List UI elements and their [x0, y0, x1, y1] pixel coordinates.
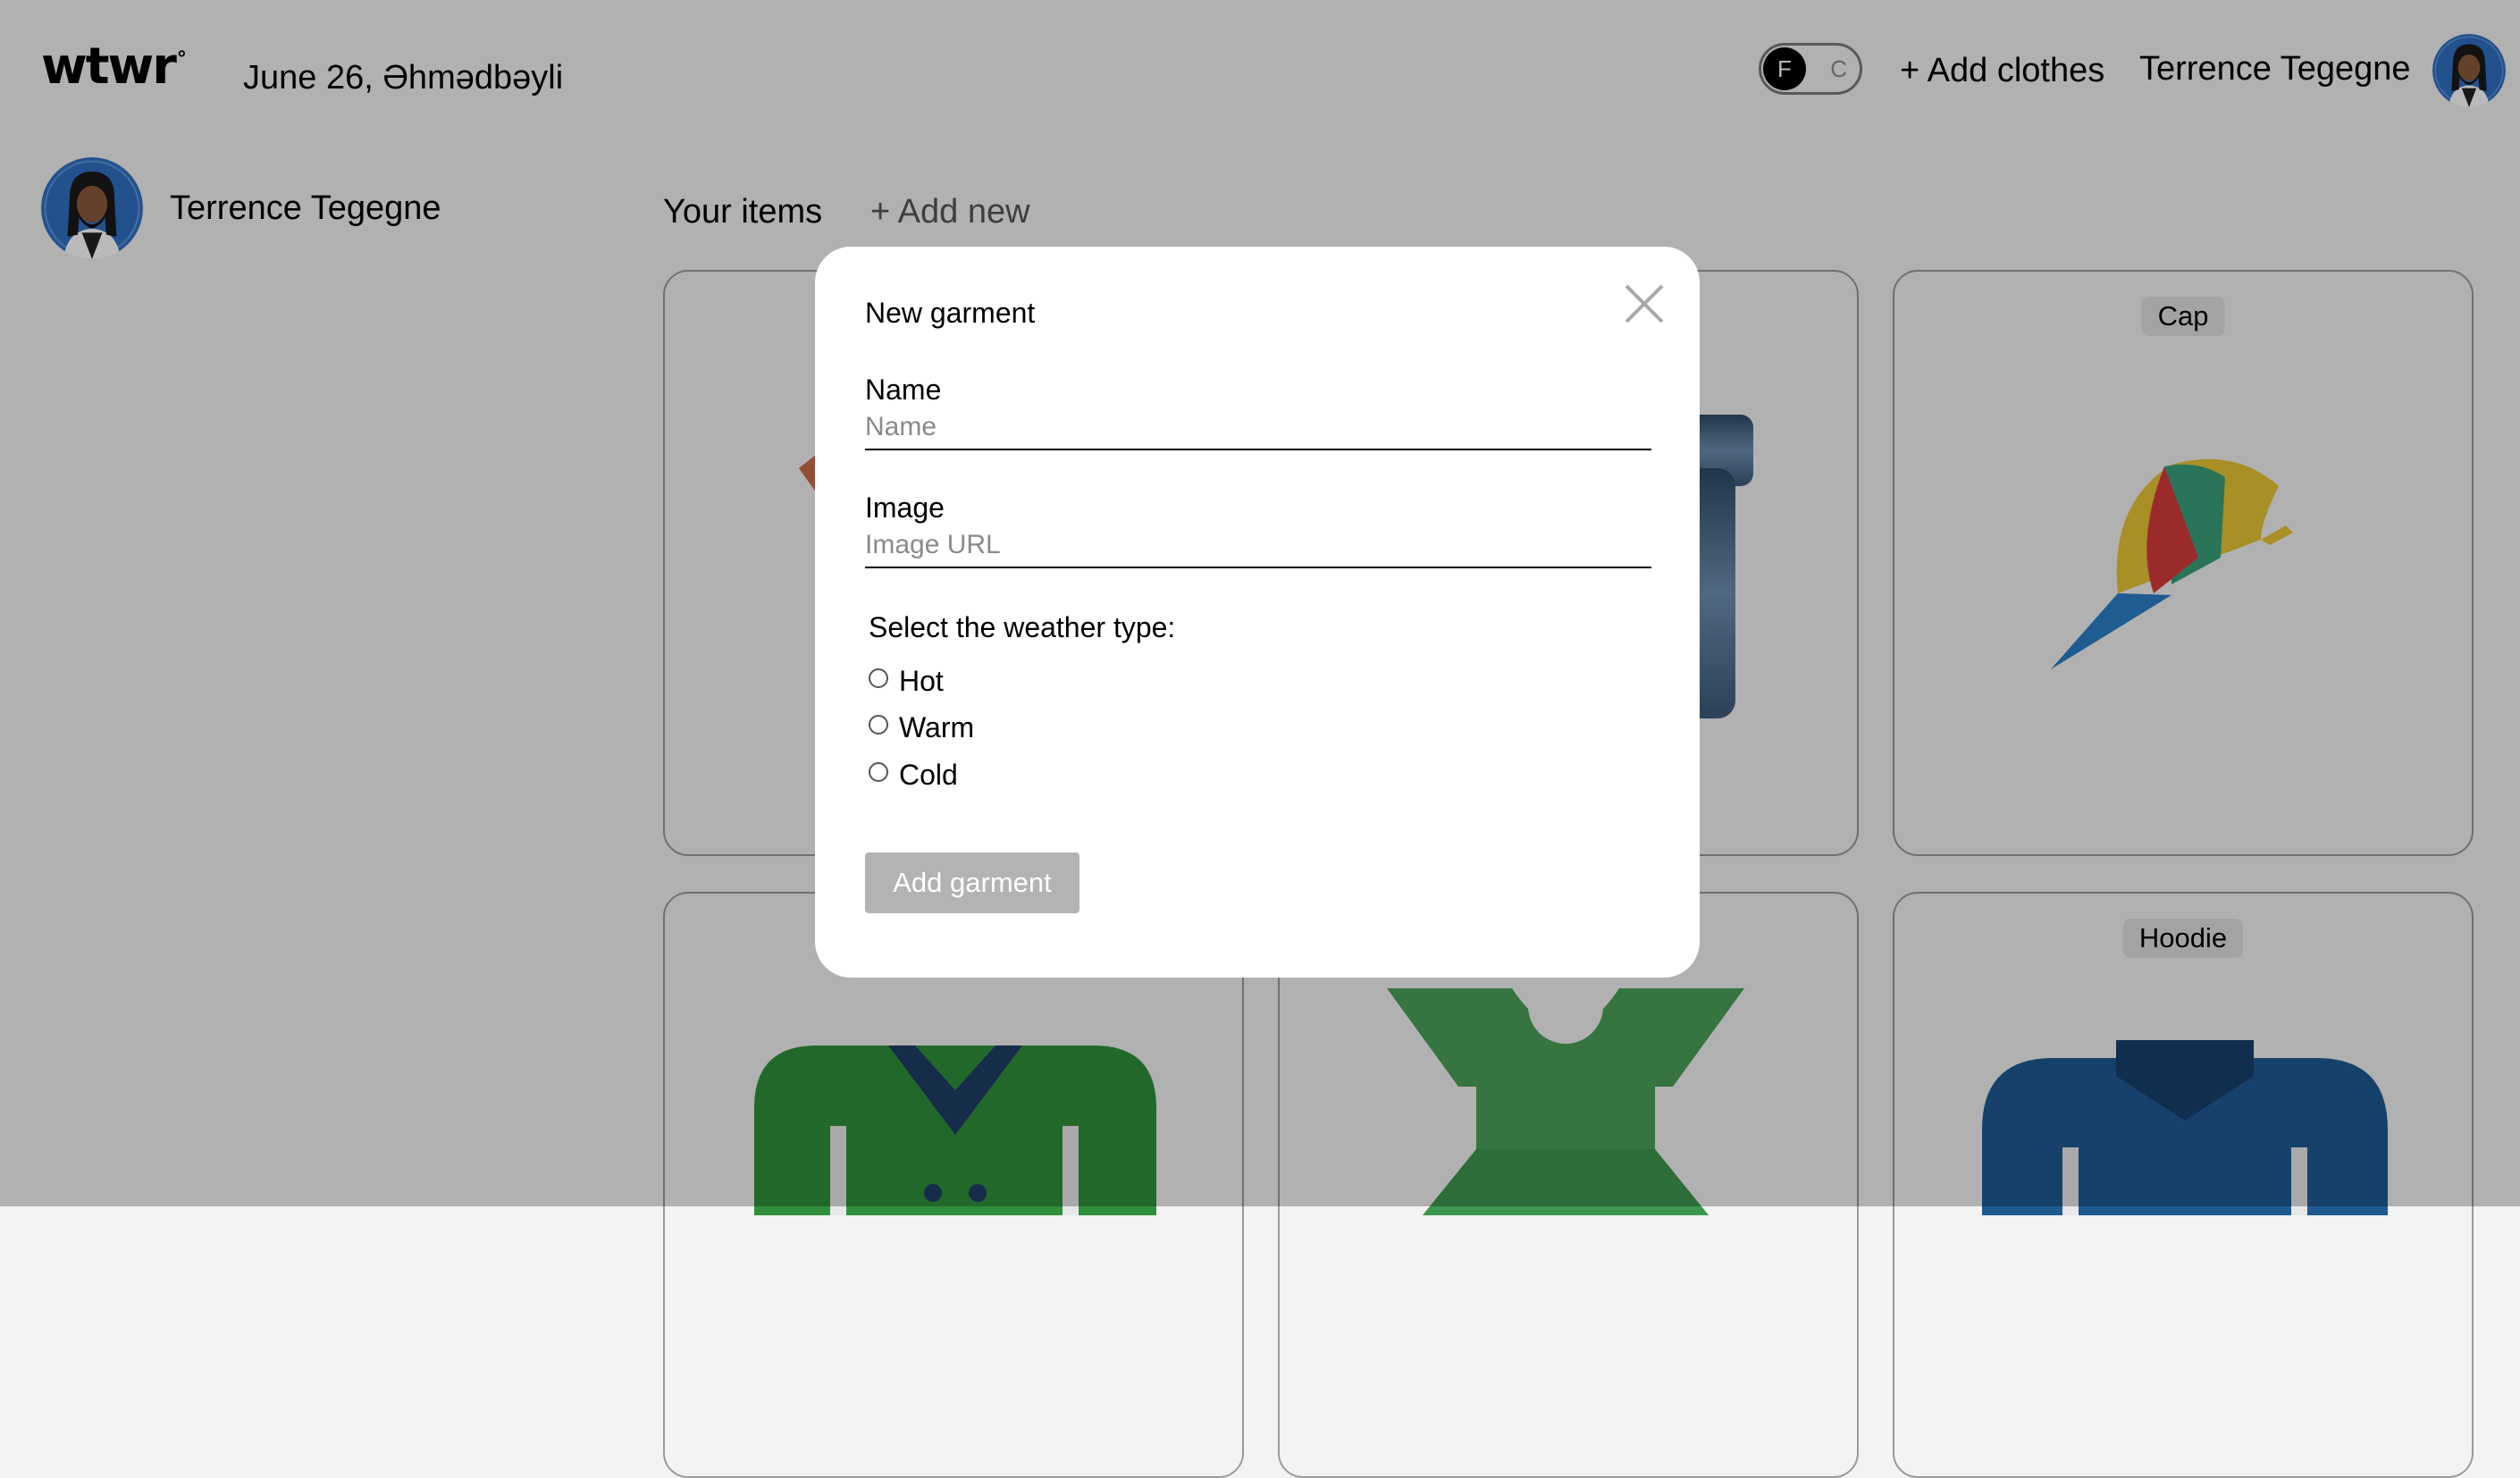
new-garment-modal: New garment Name Image Select the weathe…: [815, 247, 1700, 978]
radio-label: Cold: [899, 758, 958, 791]
radio-hot[interactable]: Hot: [869, 663, 944, 699]
add-garment-button[interactable]: Add garment: [865, 852, 1079, 913]
radio-cold[interactable]: Cold: [869, 757, 958, 793]
name-input[interactable]: [865, 406, 1651, 450]
weather-type-legend: Select the weather type:: [869, 611, 1176, 643]
radio-warm[interactable]: Warm: [869, 710, 974, 745]
radio-button[interactable]: [869, 762, 888, 782]
radio-label: Hot: [899, 664, 944, 697]
image-url-input[interactable]: [865, 524, 1651, 568]
close-icon: [1625, 284, 1664, 323]
radio-button[interactable]: [869, 715, 888, 735]
close-button[interactable]: [1617, 277, 1671, 331]
radio-label: Warm: [899, 710, 975, 743]
radio-button[interactable]: [869, 668, 888, 688]
name-label: Name: [865, 374, 942, 406]
image-label: Image: [865, 491, 945, 524]
modal-title: New garment: [865, 297, 1036, 329]
